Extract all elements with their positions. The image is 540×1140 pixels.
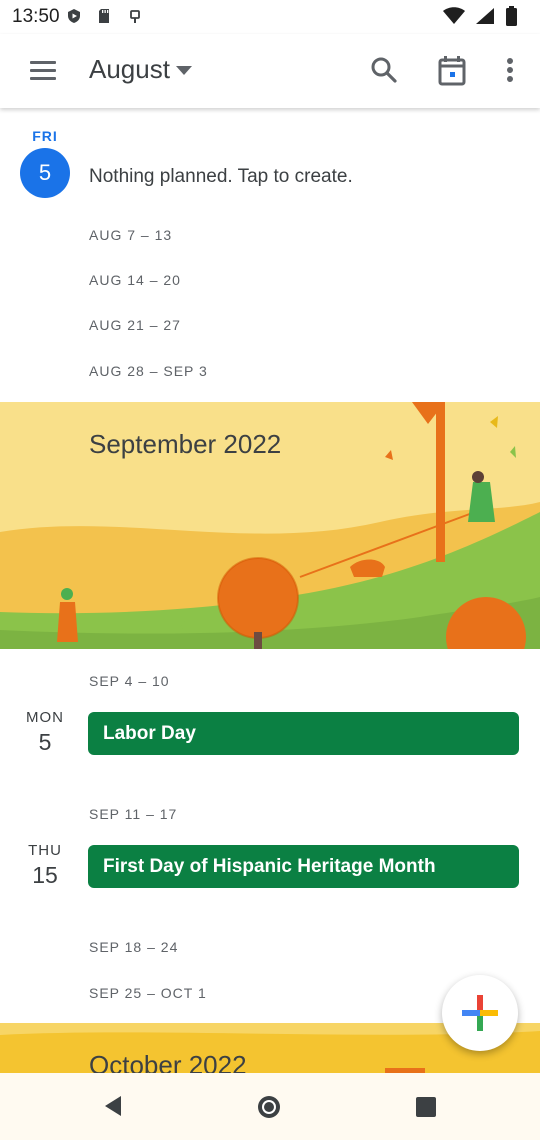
sd-card-icon xyxy=(99,9,109,23)
banner-month-title: October 2022 xyxy=(89,1050,247,1073)
recents-icon[interactable] xyxy=(414,1095,438,1119)
home-icon[interactable] xyxy=(255,1093,283,1121)
day-number: 15 xyxy=(32,862,58,888)
banner-month-title: September 2022 xyxy=(89,429,282,459)
month-title: August xyxy=(89,54,170,84)
more-options-icon[interactable] xyxy=(492,52,528,88)
september-banner: September 2022 xyxy=(0,402,540,649)
status-time: 13:50 xyxy=(12,6,60,27)
week-header: SEP 18 – 24 xyxy=(89,939,179,955)
app-bar: August xyxy=(0,34,540,108)
menu-icon[interactable] xyxy=(26,56,60,86)
battery-icon xyxy=(506,6,517,26)
week-header: SEP 25 – OCT 1 xyxy=(89,985,207,1001)
search-icon[interactable] xyxy=(366,52,402,88)
create-event-button[interactable] xyxy=(442,975,518,1051)
play-protect-icon xyxy=(68,9,80,23)
week-header: AUG 28 – SEP 3 xyxy=(89,363,208,379)
system-nav-bar xyxy=(0,1073,540,1140)
day-name: MON xyxy=(26,709,64,726)
wifi-icon xyxy=(443,7,465,24)
today-day-name: FRI xyxy=(32,128,58,144)
day-number: 5 xyxy=(38,729,52,755)
week-header: SEP 11 – 17 xyxy=(89,806,178,822)
add-plus-icon xyxy=(462,995,498,1031)
cell-signal-icon xyxy=(476,8,494,24)
week-header: AUG 7 – 13 xyxy=(89,227,173,243)
day-name: THU xyxy=(28,842,62,859)
status-bar: 13:50 xyxy=(0,0,540,34)
usb-icon xyxy=(130,10,140,23)
week-header: AUG 14 – 20 xyxy=(89,272,181,288)
week-header: AUG 21 – 27 xyxy=(89,317,181,333)
nothing-planned-text[interactable]: Nothing planned. Tap to create. xyxy=(89,166,353,188)
today-date-badge[interactable]: 5 xyxy=(20,148,70,198)
week-header: SEP 4 – 10 xyxy=(89,673,170,689)
chevron-down-icon xyxy=(176,66,192,75)
event-chip-labor-day[interactable]: Labor Day xyxy=(88,712,519,755)
back-icon[interactable] xyxy=(100,1093,126,1119)
today-calendar-icon[interactable] xyxy=(434,52,470,88)
event-chip-hispanic-heritage[interactable]: First Day of Hispanic Heritage Month xyxy=(88,845,519,888)
